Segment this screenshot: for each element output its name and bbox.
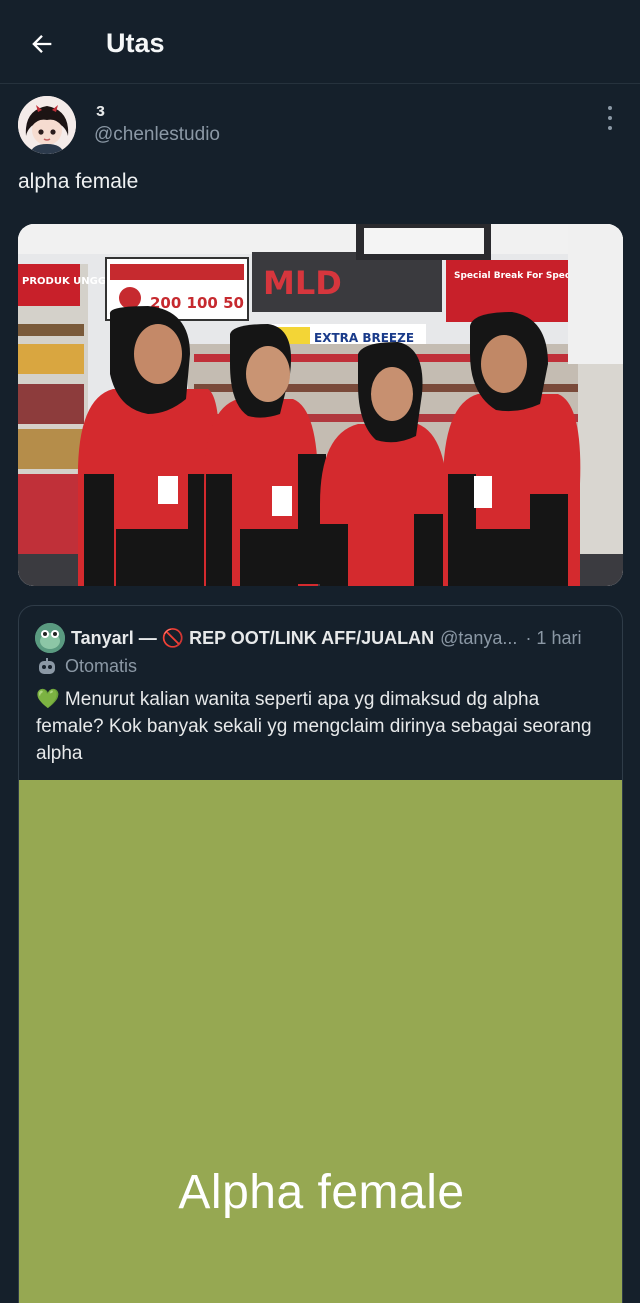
svg-text:MLD: MLD xyxy=(263,264,342,302)
sign-promo: 200 100 50 xyxy=(150,294,244,312)
quoted-display-name: Tanyarl — 🚫 REP OOT/LINK AFF/JUALAN xyxy=(71,627,435,648)
frog-icon xyxy=(35,623,65,653)
more-vertical-icon xyxy=(608,106,612,110)
quoted-media-caption: Alpha female xyxy=(178,1166,465,1219)
quoted-avatar xyxy=(35,623,65,653)
quoted-tweet[interactable]: Tanyarl — 🚫 REP OOT/LINK AFF/JUALAN @tan… xyxy=(18,605,623,1303)
arrow-left-icon xyxy=(32,35,52,53)
user-handle[interactable]: @chenlestudio xyxy=(94,124,220,146)
quoted-tweet-header: Tanyarl — 🚫 REP OOT/LINK AFF/JUALAN @tan… xyxy=(35,623,615,653)
robot-icon xyxy=(39,657,55,674)
tweet-text: alpha female xyxy=(18,170,139,193)
avatar[interactable] xyxy=(18,96,76,154)
display-name: ɜ xyxy=(96,100,105,120)
quoted-tweet-text: 💚 Menurut kalian wanita seperti apa yg d… xyxy=(36,689,592,764)
automated-label: Otomatis xyxy=(65,656,138,676)
tweet-author: ɜ @chenlestudio xyxy=(18,96,622,156)
automated-badge: Otomatis xyxy=(37,656,137,677)
more-options-button[interactable] xyxy=(602,106,618,130)
page-title: Utas xyxy=(106,28,165,58)
quoted-media[interactable]: Alpha female xyxy=(19,780,622,1303)
quoted-handle: @tanya... xyxy=(440,627,518,648)
quoted-timestamp: · 1 hari xyxy=(525,627,582,648)
tweet-photo[interactable]: PRODUK UNGGULAN 200 100 50 MLD Special B… xyxy=(18,224,623,586)
back-button[interactable] xyxy=(22,24,62,64)
top-bar: Utas xyxy=(0,0,640,84)
